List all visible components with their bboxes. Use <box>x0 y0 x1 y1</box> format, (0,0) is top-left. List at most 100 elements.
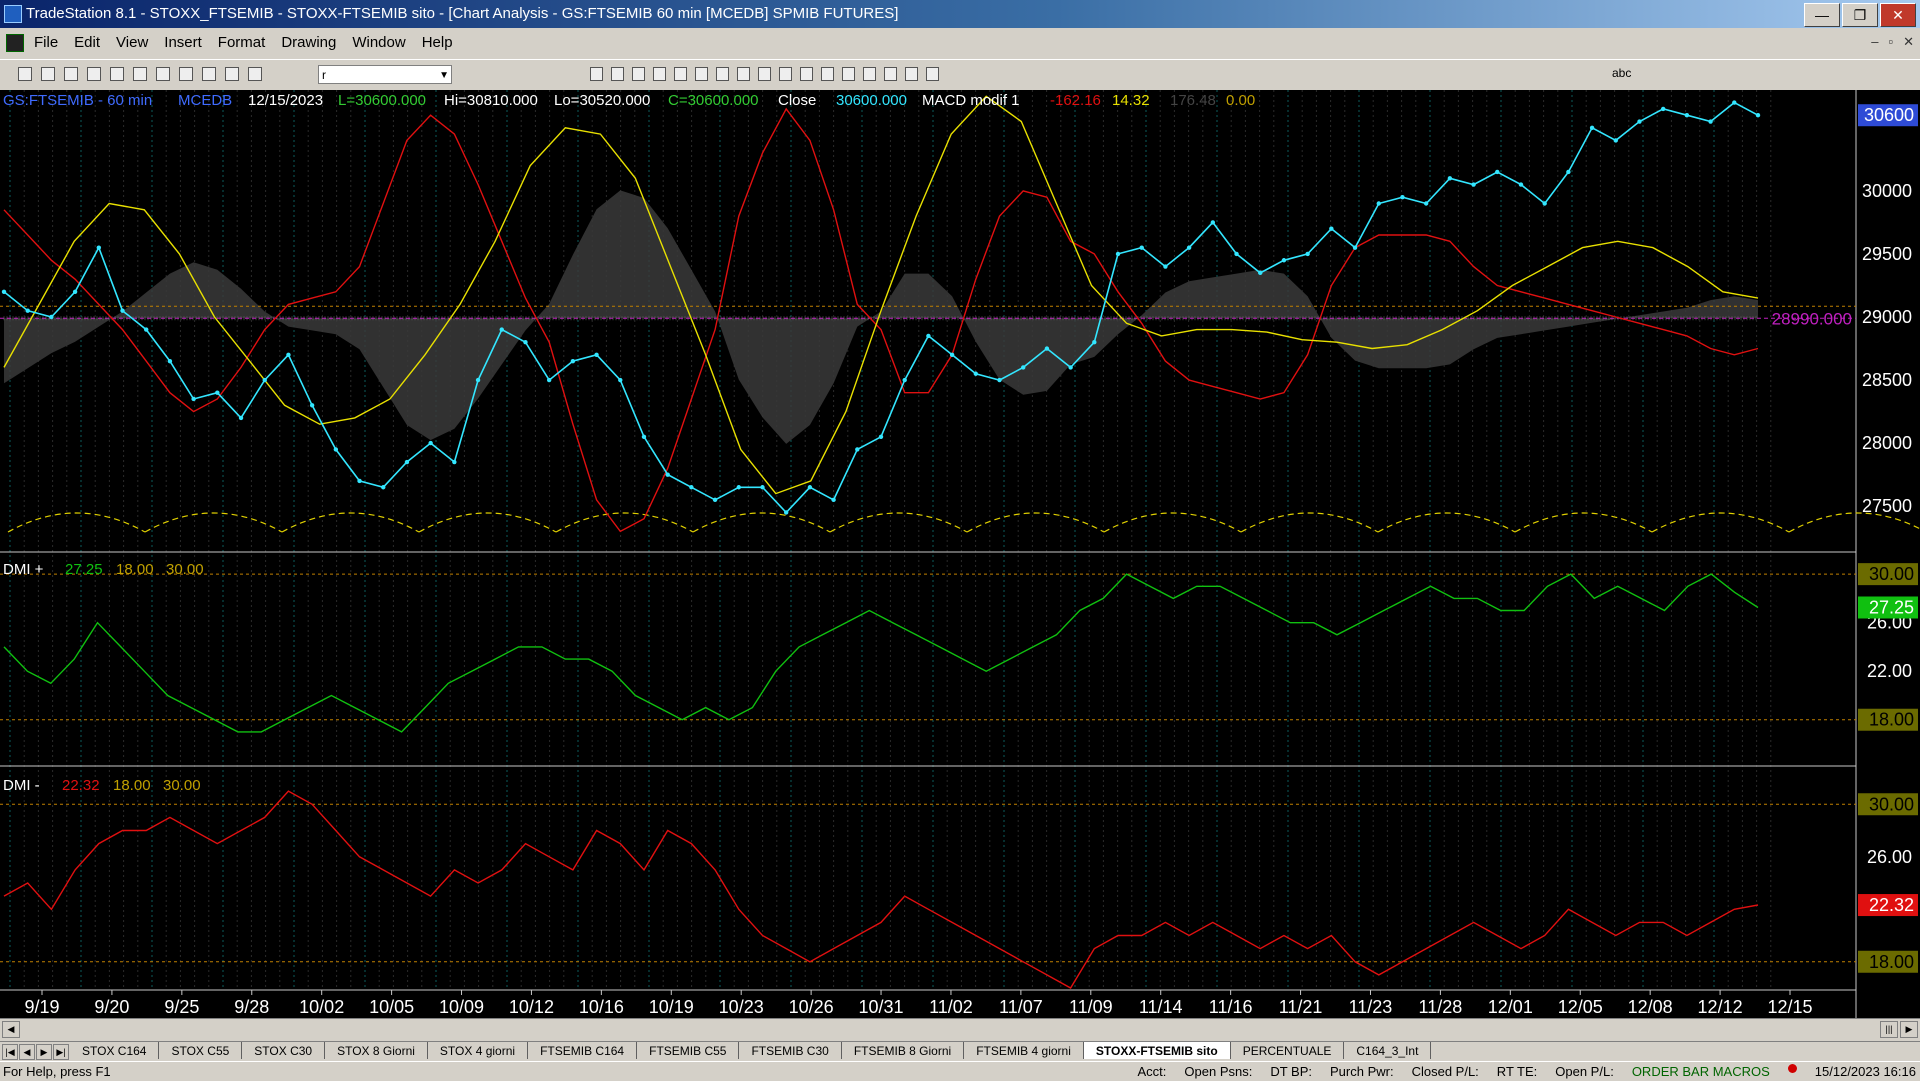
last-value-text: 22.32 <box>1869 895 1914 915</box>
copy-icon[interactable] <box>179 67 193 81</box>
tab-stox-8-giorni[interactable]: STOX 8 Giorni <box>325 1042 428 1059</box>
rectangle-icon[interactable] <box>926 67 939 81</box>
save-icon[interactable] <box>64 67 78 81</box>
mdi-minimize-button[interactable]: – <box>1871 34 1878 50</box>
horizontal-line-icon[interactable] <box>800 67 813 81</box>
x-tick-label: 10/31 <box>859 997 904 1017</box>
symbol-combo[interactable]: r ▼ <box>318 65 452 84</box>
scroll-left-icon[interactable]: ◀ <box>2 1021 20 1038</box>
format-icon[interactable] <box>225 67 239 81</box>
dmi-minus-line <box>3 790 1759 989</box>
mdi-restore-button[interactable]: ▫ <box>1888 34 1893 50</box>
lock-icon[interactable] <box>202 67 216 81</box>
chart-window[interactable]: 9/19 9/20 9/25 9/28 10/02 10/05 10/09 10/12 10/1… <box>0 90 1920 1024</box>
price-point <box>1258 270 1263 276</box>
open-icon[interactable] <box>41 67 55 81</box>
tab-first-icon[interactable]: |◀ <box>2 1044 18 1060</box>
price-point <box>357 478 362 484</box>
price-point <box>1755 113 1761 118</box>
price-point <box>570 358 576 364</box>
legend-macd-d: 0.00 <box>1226 92 1255 109</box>
bar-chart-icon[interactable] <box>590 67 603 81</box>
tab-stox-c55[interactable]: STOX C55 <box>159 1042 243 1059</box>
status-dt-bp: DT BP: <box>1270 1064 1313 1079</box>
tab-ftsemib-c30[interactable]: FTSEMIB C30 <box>739 1042 842 1059</box>
arrow-up-icon[interactable] <box>863 67 876 81</box>
y-tick-label: 28500 <box>1862 370 1912 390</box>
tab-next-icon[interactable]: ▶ <box>36 1044 52 1060</box>
price-point <box>286 352 291 358</box>
tab-prev-icon[interactable]: ◀ <box>19 1044 35 1060</box>
chevron-down-icon[interactable]: ▼ <box>439 66 449 85</box>
maximize-button[interactable]: ❐ <box>1842 3 1878 27</box>
menu-format[interactable]: Format <box>218 34 266 51</box>
y-tick-label: 28000 <box>1862 433 1912 453</box>
x-tick-label: 10/26 <box>789 997 834 1017</box>
chart-canvas[interactable]: 9/19 9/20 9/25 9/28 10/02 10/05 10/09 10/12 10/1… <box>0 90 1920 1018</box>
tab-ftsemib-c164[interactable]: FTSEMIB C164 <box>528 1042 638 1059</box>
scroll-right-icon[interactable]: ▶ <box>1900 1021 1918 1038</box>
price-point <box>167 358 173 364</box>
tab-last-icon[interactable]: ▶| <box>53 1044 69 1060</box>
arrow-down-icon[interactable] <box>884 67 897 81</box>
price-point <box>1068 365 1073 370</box>
x-tick-label: 11/09 <box>1069 997 1113 1017</box>
dmi-minus-pane <box>0 790 1856 989</box>
ellipse-icon[interactable] <box>905 67 918 81</box>
price-point <box>997 377 1002 383</box>
tab-stoxx-ftsemib-sito[interactable]: STOXX-FTSEMIB sito <box>1083 1042 1231 1059</box>
mdi-close-button[interactable]: ✕ <box>1903 34 1914 50</box>
status-open-pl: Open P/L: <box>1555 1064 1614 1079</box>
tab-ftsemib-4-giorni[interactable]: FTSEMIB 4 giorni <box>964 1042 1084 1059</box>
tab-percentuale[interactable]: PERCENTUALE <box>1231 1042 1345 1059</box>
strategy-icon[interactable] <box>674 67 687 81</box>
table-icon[interactable] <box>632 67 645 81</box>
tab-stox-c30[interactable]: STOX C30 <box>242 1042 326 1059</box>
tab-stox-c164[interactable]: STOX C164 <box>70 1042 160 1059</box>
zoom-in-icon[interactable] <box>716 67 729 81</box>
close-button[interactable]: ✕ <box>1880 3 1916 27</box>
x-axis: 9/19 9/20 9/25 9/28 10/02 10/05 10/09 10/12 10/1… <box>24 990 1813 1017</box>
tab-stox-4-giorni[interactable]: STOX 4 giorni <box>428 1042 529 1059</box>
price-point <box>309 403 315 408</box>
text-tool-icon[interactable]: abc <box>1612 66 1631 80</box>
x-tick-label: 11/28 <box>1419 997 1463 1017</box>
price-point <box>546 377 552 383</box>
tab-ftsemib-8-giorni[interactable]: FTSEMIB 8 Giorni <box>842 1042 965 1059</box>
menu-drawing[interactable]: Drawing <box>281 34 336 51</box>
zoom-out-icon[interactable] <box>737 67 750 81</box>
legend-symbol: GS:FTSEMIB - 60 min <box>3 92 152 109</box>
price-point <box>262 377 267 383</box>
tab-c164-3-int[interactable]: C164_3_Int <box>1344 1042 1432 1059</box>
print-preview-icon[interactable] <box>110 67 124 81</box>
cut-icon[interactable] <box>156 67 170 81</box>
save-all-icon[interactable] <box>87 67 101 81</box>
channel-icon[interactable] <box>842 67 855 81</box>
tab-ftsemib-c55[interactable]: FTSEMIB C55 <box>637 1042 740 1059</box>
menu-help[interactable]: Help <box>422 34 453 51</box>
window-title: TradeStation 8.1 - STOXX_FTSEMIB - STOXX… <box>26 5 899 22</box>
horizontal-scrollbar[interactable]: ◀ ||| ▶ <box>0 1018 1920 1039</box>
menu-window[interactable]: Window <box>352 34 405 51</box>
pointer-icon[interactable] <box>758 67 771 81</box>
scroll-handle-icon[interactable]: ||| <box>1880 1021 1898 1038</box>
indicator-icon[interactable] <box>653 67 666 81</box>
refresh-icon[interactable] <box>695 67 708 81</box>
cycle-arc <box>1651 512 1790 533</box>
print-icon[interactable] <box>133 67 147 81</box>
menu-edit[interactable]: Edit <box>74 34 100 51</box>
menu-view[interactable]: View <box>116 34 148 51</box>
price-point <box>712 497 718 503</box>
price-point <box>1495 169 1500 175</box>
menu-insert[interactable]: Insert <box>164 34 202 51</box>
chart-doc-icon[interactable] <box>6 34 24 52</box>
menu-file[interactable]: File <box>34 34 58 51</box>
new-icon[interactable] <box>18 67 32 81</box>
order-bar-macros[interactable]: ORDER BAR MACROS <box>1632 1064 1770 1079</box>
candle-chart-icon[interactable] <box>611 67 624 81</box>
price-point <box>831 497 836 503</box>
minimize-button[interactable]: — <box>1804 3 1840 27</box>
fibonacci-icon[interactable] <box>821 67 834 81</box>
macro-icon[interactable] <box>248 67 262 81</box>
trendline-icon[interactable] <box>779 67 792 81</box>
